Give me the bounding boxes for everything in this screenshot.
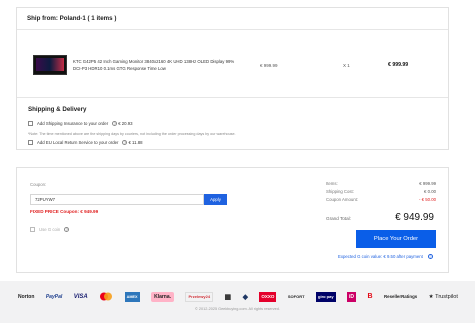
summary-value: - € 50.00 <box>419 197 436 202</box>
insurance-checkbox[interactable] <box>28 121 33 126</box>
gcoin-expected-text: Expected G coin value: € 9.50 after paym… <box>338 254 434 259</box>
grand-total-label: Grand Total: <box>326 216 351 221</box>
mastercard-logo-icon <box>99 292 113 302</box>
resellerratings-logo-icon: ResellerRatings <box>384 294 418 299</box>
boleto-logo-icon: B <box>367 293 373 300</box>
trustpilot-logo-icon: ★ Trustpilot <box>428 293 458 300</box>
grand-total-value: € 949.99 <box>395 212 434 223</box>
payment-logos: Norton PayPal VISA AMEX Klarna. Przelewy… <box>18 290 458 303</box>
return-service-checkbox[interactable] <box>28 140 33 145</box>
shipping-delivery-title: Shipping & Delivery <box>28 106 87 113</box>
product-price: € 999.99 <box>260 63 278 68</box>
return-service-label: Add EU Local Return Service to your orde… <box>37 140 119 145</box>
summary-label: Shipping Cost: <box>326 189 354 194</box>
info-icon[interactable]: ? <box>428 254 433 259</box>
przelewy24-logo-icon: Przelewy24 <box>185 291 214 302</box>
summary-shipping-row: Shipping Cost: € 0.00 <box>326 189 436 194</box>
summary-items-row: Items: € 999.99 <box>326 181 436 186</box>
return-service-price: € 11.88 <box>128 140 143 145</box>
info-icon[interactable]: ? <box>112 121 118 126</box>
shipping-delivery-section: Shipping & Delivery Add Shipping Insuran… <box>17 97 448 150</box>
product-name[interactable]: KTC G42P5 42 Inch Gaming Monitor 3840x21… <box>73 58 243 72</box>
insurance-price: € 20.93 <box>118 121 133 126</box>
bank-logo-icon: ▦ <box>224 293 232 301</box>
coupon-input[interactable] <box>30 194 204 205</box>
place-order-button[interactable]: Place Your Order <box>356 230 436 248</box>
giropay-logo-icon: giro pay <box>316 291 336 302</box>
footer: Norton PayPal VISA AMEX Klarna. Przelewy… <box>0 281 475 323</box>
visa-logo-icon: VISA <box>73 293 88 300</box>
info-icon[interactable]: ? <box>122 140 128 145</box>
copyright-text: © 2012-2025 Geekbuying.com. All rights r… <box>195 307 280 311</box>
ideal-logo-icon: iD <box>347 291 357 302</box>
oxxo-logo-icon: OXXO <box>259 291 277 302</box>
use-gcoin-option[interactable]: Use G coin ? <box>30 227 70 232</box>
product-image[interactable] <box>33 55 67 75</box>
use-gcoin-checkbox[interactable] <box>30 227 35 232</box>
product-total: € 999.99 <box>388 62 409 68</box>
coupon-label: Coupon: <box>30 182 47 187</box>
summary-label: Coupon Amount: <box>326 197 359 202</box>
bancontact-logo-icon: ◆ <box>242 293 248 301</box>
info-icon[interactable]: ? <box>64 227 70 232</box>
norton-logo-icon: Norton <box>18 293 35 300</box>
paypal-logo-icon: PayPal <box>45 293 63 300</box>
product-row: KTC G42P5 42 Inch Gaming Monitor 3840x21… <box>17 31 448 97</box>
klarna-logo-icon: Klarna. <box>151 291 175 302</box>
shipping-card: Ship from: Poland-1 ( 1 items ) KTC G42P… <box>16 7 449 150</box>
amex-logo-icon: AMEX <box>124 291 140 302</box>
insurance-option[interactable]: Add Shipping Insurance to your order ? €… <box>28 121 133 126</box>
summary-value: € 0.00 <box>424 189 436 194</box>
shipping-header: Ship from: Poland-1 ( 1 items ) <box>17 8 448 30</box>
insurance-label: Add Shipping Insurance to your order <box>37 121 109 126</box>
use-gcoin-label: Use G coin <box>39 227 61 232</box>
shipping-note: *Note: The time mentioned above are the … <box>28 132 236 136</box>
sofort-logo-icon: SOFORT <box>287 294 305 299</box>
summary-value: € 999.99 <box>419 181 436 186</box>
order-summary-card: Coupon: Apply FIXED PRICE Coupon: € 949.… <box>16 167 449 273</box>
product-quantity: X 1 <box>343 63 350 68</box>
return-service-option[interactable]: Add EU Local Return Service to your orde… <box>28 140 142 145</box>
summary-coupon-row: Coupon Amount: - € 50.00 <box>326 197 436 202</box>
summary-label: Items: <box>326 181 338 186</box>
coupon-applied-text: FIXED PRICE Coupon: € 949.99 <box>30 209 99 214</box>
apply-coupon-button[interactable]: Apply <box>204 194 227 205</box>
gcoin-expected-label: Expected G coin value: € 9.50 after paym… <box>338 254 423 259</box>
